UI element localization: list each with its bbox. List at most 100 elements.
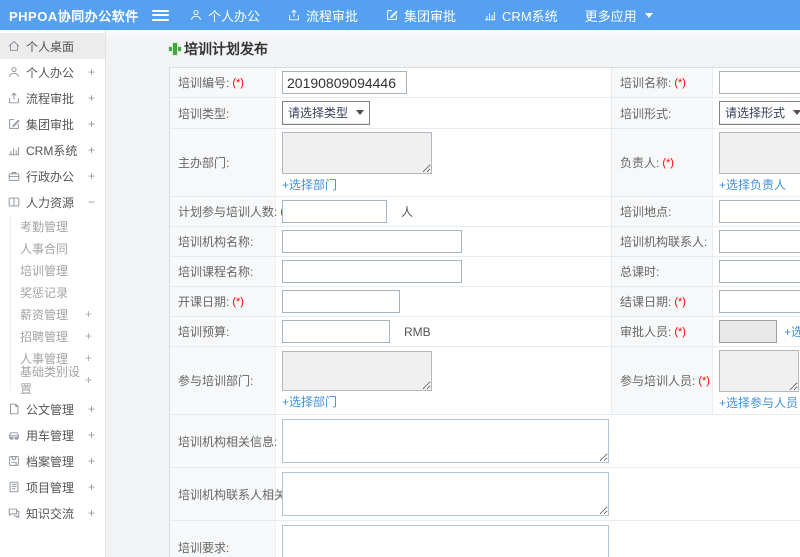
participating-departments-picker-link[interactable]: +选择部门	[282, 393, 337, 410]
host-department-field-cell: +选择部门	[276, 129, 611, 197]
field-label: 开课日期:	[178, 295, 230, 309]
course-name-input[interactable]	[282, 260, 462, 283]
end-date-input[interactable]	[719, 290, 800, 313]
training-form-select[interactable]: 请选择形式	[719, 101, 800, 125]
sidebar-item-workflow-approval[interactable]: 流程审批 +	[0, 85, 105, 111]
participating-departments-textarea[interactable]	[282, 351, 432, 391]
training-place-control-group	[719, 200, 800, 223]
sidebar-subitem-reward-punishment[interactable]: 奖惩记录	[11, 281, 105, 303]
sidebar-subitem-salary-management[interactable]: 薪资管理 +	[11, 303, 105, 325]
training-place-field-cell	[713, 197, 800, 227]
participating-people-picker-link[interactable]: +选择参与人员	[719, 394, 798, 411]
sidebar-item-project-management[interactable]: 项目管理 +	[0, 474, 105, 500]
participating-people-textarea[interactable]	[719, 350, 799, 392]
sidebar-item-vehicle-management[interactable]: 用车管理 +	[0, 422, 105, 448]
expand-toggle-icon[interactable]: +	[88, 480, 95, 494]
training-type-field-cell: 请选择类型	[276, 98, 611, 129]
total-hours-input[interactable]	[719, 260, 800, 283]
host-department-label-cell: 主办部门:	[170, 129, 276, 197]
sidebar-item-personal-desktop[interactable]: 个人桌面	[0, 33, 105, 59]
nav-item-workflow-approval[interactable]: 流程审批	[287, 6, 358, 25]
sidebar-subitem-base-category-settings[interactable]: 基础类别设置 +	[11, 365, 105, 396]
sidebar-subitem-attendance-management[interactable]: 考勤管理	[11, 215, 105, 237]
expand-toggle-icon[interactable]: +	[88, 91, 95, 105]
host-department-picker-link[interactable]: +选择部门	[282, 176, 337, 193]
training-place-input[interactable]	[719, 200, 800, 223]
org-info-textarea[interactable]	[282, 419, 609, 463]
sidebar-subitem-label: 薪资管理	[20, 307, 69, 322]
field-label: 主办部门:	[178, 156, 230, 170]
leader-picker-link[interactable]: +选择负责人	[719, 176, 786, 193]
participating-people-control-group: +选择参与人员	[719, 350, 799, 411]
sidebar-subitem-training-management[interactable]: 培训管理	[11, 259, 105, 281]
expand-toggle-icon[interactable]: +	[88, 65, 95, 79]
sidebar-item-crm-system[interactable]: CRM系统 +	[0, 137, 105, 163]
chart-icon	[7, 143, 21, 157]
participating-departments-control-group: +选择部门	[282, 351, 432, 410]
sidebar-item-admin-office[interactable]: 行政办公 +	[0, 163, 105, 189]
training-type-select[interactable]: 请选择类型	[282, 101, 371, 125]
budget-input[interactable]	[282, 320, 390, 343]
approver-picker-link[interactable]: +选择审批人员	[784, 323, 800, 340]
user-icon	[7, 65, 21, 79]
field-label: 培训要求:	[178, 540, 230, 555]
training-requirements-textarea[interactable]	[282, 525, 609, 557]
expand-toggle-icon[interactable]: +	[88, 506, 95, 520]
main-content: 培训计划发布 培训编号:(*)培训名称:(*)培训类型:请选择类型培训形式:请选…	[106, 30, 800, 557]
sidebar-item-label: 流程审批	[26, 91, 75, 106]
sidebar-item-group-approval[interactable]: 集团审批 +	[0, 111, 105, 137]
sidebar-item-knowledge-exchange[interactable]: 知识交流 +	[0, 500, 105, 526]
start-date-input[interactable]	[282, 290, 400, 313]
unit-label: RMB	[404, 324, 431, 339]
nav-item-more-apps[interactable]: 更多应用	[585, 6, 653, 25]
expand-toggle-icon[interactable]: +	[88, 143, 95, 157]
sidebar-item-personal-office[interactable]: 个人办公 +	[0, 59, 105, 85]
sidebar-item-human-resources[interactable]: 人力资源 −	[0, 189, 105, 215]
expand-toggle-icon[interactable]: +	[85, 351, 92, 365]
hamburger-menu-icon[interactable]	[152, 9, 169, 21]
training-requirements-label-cell: 培训要求:	[170, 521, 276, 557]
training-name-control-group	[719, 71, 800, 94]
expand-toggle-icon[interactable]: −	[88, 195, 95, 209]
expand-toggle-icon[interactable]: +	[85, 307, 92, 321]
leader-textarea[interactable]	[719, 132, 800, 174]
host-department-textarea[interactable]	[282, 132, 432, 174]
expand-toggle-icon[interactable]: +	[85, 329, 92, 343]
nav-item-crm-system[interactable]: CRM系统	[483, 6, 558, 25]
expand-toggle-icon[interactable]: +	[88, 169, 95, 183]
sidebar-subitem-recruitment-management[interactable]: 招聘管理 +	[11, 325, 105, 347]
expand-toggle-icon[interactable]: +	[88, 402, 95, 416]
training-name-input[interactable]	[719, 71, 800, 94]
leader-control-group: +选择负责人	[719, 132, 800, 193]
sidebar-item-label: 知识交流	[26, 506, 75, 521]
org-contact-label-cell: 培训机构联系人:	[611, 227, 713, 257]
training-form-select-value: 请选择形式	[725, 106, 786, 120]
nav-item-personal-office[interactable]: 个人办公	[189, 6, 260, 25]
user-icon	[189, 8, 203, 22]
page-title-text: 培训计划发布	[184, 40, 268, 57]
nav-item-group-approval[interactable]: 集团审批	[385, 6, 456, 25]
expand-toggle-icon[interactable]: +	[88, 454, 95, 468]
sidebar-item-archive-management[interactable]: 档案管理 +	[0, 448, 105, 474]
chart-icon	[483, 8, 497, 22]
approver-input[interactable]	[719, 320, 777, 343]
sidebar-item-label: 档案管理	[26, 454, 75, 469]
sidebar-subitem-hr-contract[interactable]: 人事合同	[11, 237, 105, 259]
org-contact-input[interactable]	[719, 230, 800, 253]
expand-toggle-icon[interactable]: +	[85, 373, 92, 387]
field-label: 培训机构名称:	[178, 235, 254, 249]
host-department-control-group: +选择部门	[282, 132, 432, 193]
training-no-field-cell	[276, 68, 611, 98]
expand-toggle-icon[interactable]: +	[88, 428, 95, 442]
required-marker: (*)	[674, 325, 686, 338]
expand-toggle-icon[interactable]: +	[88, 117, 95, 131]
org-contact-info-textarea[interactable]	[282, 472, 609, 516]
org-name-input[interactable]	[282, 230, 462, 253]
sidebar-item-document-management[interactable]: 公文管理 +	[0, 396, 105, 422]
nav-item-label: 集团审批	[404, 8, 457, 24]
planned-participants-input[interactable]	[282, 200, 387, 223]
total-hours-label-cell: 总课时:	[611, 257, 713, 287]
training-no-input[interactable]	[282, 71, 407, 94]
field-label: 审批人员:	[620, 325, 672, 339]
sidebar-subitem-label: 奖惩记录	[20, 285, 69, 300]
